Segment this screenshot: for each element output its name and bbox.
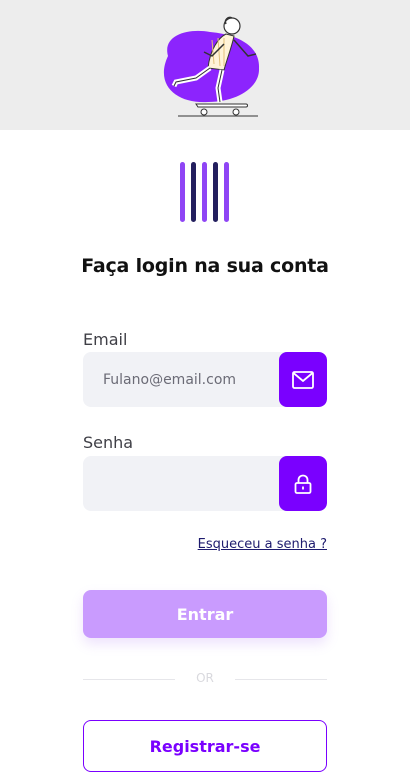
register-button[interactable]: Registrar-se bbox=[83, 720, 327, 772]
password-icon-box bbox=[279, 456, 327, 511]
lock-icon bbox=[294, 474, 312, 494]
divider-text: OR bbox=[196, 671, 214, 685]
skater-illustration bbox=[163, 16, 260, 117]
envelope-icon bbox=[292, 370, 314, 389]
hero-banner bbox=[0, 0, 410, 130]
logo-bar-3 bbox=[202, 162, 207, 222]
page-title: Faça login na sua conta bbox=[81, 255, 329, 277]
email-field[interactable] bbox=[83, 352, 279, 407]
password-field-wrapper bbox=[83, 456, 327, 511]
app-logo bbox=[178, 162, 234, 222]
logo-bar-4 bbox=[213, 162, 218, 222]
email-label: Email bbox=[83, 330, 128, 349]
password-label: Senha bbox=[83, 433, 134, 452]
login-button[interactable]: Entrar bbox=[83, 590, 327, 638]
logo-bar-1 bbox=[180, 162, 185, 222]
email-field-wrapper bbox=[83, 352, 327, 407]
logo-bar-2 bbox=[191, 162, 196, 222]
password-field[interactable] bbox=[83, 456, 279, 511]
divider-line-right bbox=[235, 679, 327, 680]
logo-bar-5 bbox=[224, 162, 229, 222]
or-divider: OR bbox=[83, 670, 327, 688]
email-icon-box bbox=[279, 352, 327, 407]
forgot-password-link[interactable]: Esqueceu a senha ? bbox=[198, 537, 327, 552]
